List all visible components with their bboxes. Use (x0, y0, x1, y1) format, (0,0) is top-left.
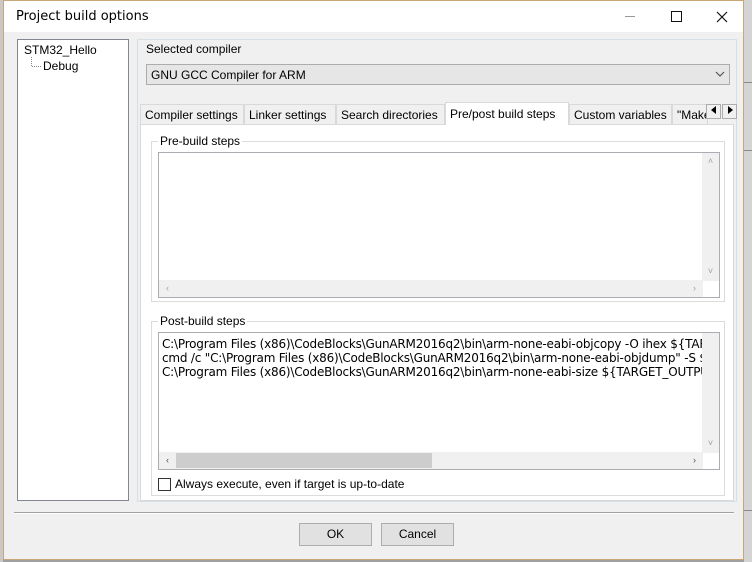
window-title: Project build options (16, 9, 149, 24)
tab-search-directories[interactable]: Search directories (336, 104, 445, 124)
post-build-line: cmd /c "C:\Program Files (x86)\CodeBlock… (162, 351, 720, 365)
scroll-right-icon[interactable]: › (686, 280, 703, 297)
tab-compiler-settings[interactable]: Compiler settings (140, 104, 244, 124)
post-build-line: C:\Program Files (x86)\CodeBlocks\GunARM… (162, 365, 720, 379)
tab-linker-settings[interactable]: Linker settings (244, 104, 336, 124)
scroll-down-icon[interactable]: ˅ (702, 435, 719, 452)
tree-item-debug[interactable]: Debug (43, 59, 78, 73)
post-build-line: C:\Program Files (x86)\CodeBlocks\GunARM… (162, 337, 720, 351)
tree-connector (32, 66, 41, 67)
tab-scroll-left-button[interactable] (706, 104, 721, 119)
horizontal-scrollbar[interactable]: ‹ › (159, 452, 703, 469)
vertical-scrollbar[interactable]: ˅ (702, 333, 719, 453)
tree-item-project[interactable]: STM32_Hello (24, 43, 97, 57)
scroll-right-icon[interactable]: › (686, 452, 703, 469)
pre-build-steps-textarea[interactable]: ˄ ˅ ‹ › (158, 152, 720, 298)
scroll-left-icon[interactable]: ‹ (159, 452, 176, 469)
background-mark (744, 82, 752, 83)
maximize-button[interactable] (653, 1, 699, 32)
pre-post-build-page: Pre-build steps ˄ ˅ ‹ › Post-build steps (140, 124, 734, 501)
background-mark (744, 150, 752, 151)
triangle-right-icon (727, 106, 733, 114)
selected-compiler-label: Selected compiler (146, 42, 242, 56)
dialog-separator (14, 512, 734, 514)
post-build-label: Post-build steps (158, 314, 248, 328)
tree-connector (31, 57, 32, 66)
title-bar[interactable]: Project build options (4, 1, 743, 32)
minimize-icon (625, 16, 635, 17)
compiler-select[interactable]: GNU GCC Compiler for ARM (146, 64, 730, 85)
vertical-scrollbar[interactable]: ˄ ˅ (702, 153, 719, 281)
cancel-button[interactable]: Cancel (381, 523, 454, 546)
ok-button[interactable]: OK (299, 523, 372, 546)
pre-build-label: Pre-build steps (158, 134, 243, 148)
tab-scroll-right-button[interactable] (722, 104, 737, 119)
post-build-steps-textarea[interactable]: C:\Program Files (x86)\CodeBlocks\GunARM… (158, 332, 720, 470)
background-app-right (744, 0, 752, 562)
always-execute-label[interactable]: Always execute, even if target is up-to-… (175, 477, 404, 491)
options-panel: Selected compiler GNU GCC Compiler for A… (137, 39, 737, 502)
tab-pre-post-build-steps[interactable]: Pre/post build steps (445, 102, 569, 125)
post-build-group: Post-build steps C:\Program Files (x86)\… (151, 314, 725, 496)
pre-build-group: Pre-build steps ˄ ˅ ‹ › (151, 134, 725, 302)
tab-custom-variables[interactable]: Custom variables (569, 104, 672, 124)
scroll-left-icon[interactable]: ‹ (159, 280, 176, 297)
horizontal-scrollbar[interactable]: ‹ › (159, 280, 703, 297)
chevron-down-icon (715, 71, 725, 77)
background-mark (744, 510, 752, 511)
close-icon (716, 11, 728, 22)
compiler-select-value: GNU GCC Compiler for ARM (151, 68, 306, 82)
triangle-left-icon (710, 106, 716, 114)
scroll-down-icon[interactable]: ˅ (702, 263, 719, 280)
close-button[interactable] (699, 1, 745, 32)
project-build-options-dialog: Project build options STM32_Hello Debug … (3, 0, 744, 560)
always-execute-checkbox[interactable] (158, 478, 171, 491)
minimize-button[interactable] (607, 1, 653, 32)
maximize-icon (670, 11, 682, 22)
options-tabs: Compiler settings Linker settings Search… (140, 102, 738, 125)
tab-make-commands[interactable]: "Make (672, 104, 708, 124)
horizontal-scroll-thumb[interactable] (176, 453, 432, 468)
scroll-up-icon[interactable]: ˄ (702, 153, 719, 170)
build-target-tree[interactable]: STM32_Hello Debug (17, 39, 129, 501)
